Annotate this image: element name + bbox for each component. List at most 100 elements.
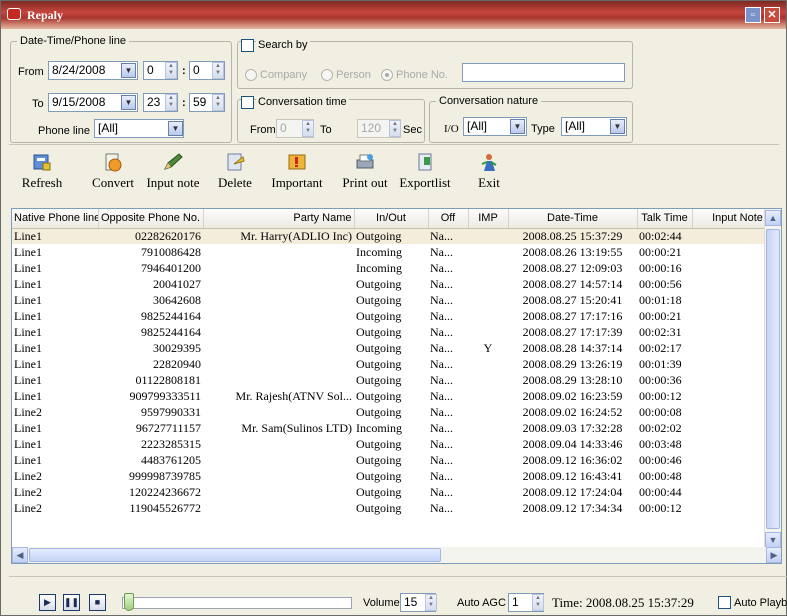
stop-icon[interactable]: ■	[89, 594, 106, 611]
table-cell: 01122808181	[135, 372, 201, 387]
horizontal-scroll-thumb[interactable]	[29, 548, 441, 562]
table-cell	[203, 468, 354, 484]
col-party-name[interactable]: Party Name	[203, 209, 355, 229]
table-row[interactable]: Line1 02282620176 Mr. Harry(ADLIO Inc) Outg…	[12, 228, 781, 244]
conversation-nature-title: Conversation nature	[436, 95, 542, 107]
table-cell: Na...	[430, 308, 453, 323]
table-cell: Na...	[430, 372, 453, 387]
table-row[interactable]: Line2 120224236672 Outgoing Na... 2008.09.12…	[12, 484, 781, 500]
table-row[interactable]: Line1 9825244164 Outgoing Na... 2008.08.27 1…	[12, 308, 781, 324]
table-cell	[468, 228, 508, 244]
table-cell	[468, 404, 508, 420]
spin-icon[interactable]: ▲ ▼	[212, 62, 224, 79]
table-row[interactable]: Line2 999998739785 Outgoing Na... 2008.09.12…	[12, 468, 781, 484]
table-cell	[203, 340, 354, 356]
table-row[interactable]: Line2 9597990331 Outgoing Na... 2008.09.02 1…	[12, 404, 781, 420]
table-cell: Outgoing	[356, 500, 402, 515]
table-row[interactable]: Line1 20041027 Outgoing Na... 2008.08.27 14:…	[12, 276, 781, 292]
col-native-phone-line[interactable]: Native Phone line	[12, 209, 99, 229]
table-cell: Na...	[430, 292, 453, 307]
table-cell	[468, 324, 508, 340]
scroll-left-icon[interactable]: ◀	[12, 547, 28, 563]
title-bar: Repaly ▫ ✕	[1, 1, 786, 29]
chevron-down-icon[interactable]: ▼	[121, 63, 136, 78]
table-cell: Outgoing	[356, 436, 402, 451]
scroll-up-icon[interactable]: ▲	[765, 210, 781, 226]
table-cell: Outgoing	[356, 276, 402, 291]
table-cell	[468, 308, 508, 324]
convert-button[interactable]: Convert	[84, 151, 142, 201]
vertical-scrollbar[interactable]: ▲ ▼	[764, 209, 781, 549]
table-row[interactable]: Line1 7946401200 Incoming Na... 2008.08.27 1…	[12, 260, 781, 276]
spin-icon[interactable]: ▲ ▼	[389, 120, 401, 137]
call-records-table: Native Phone line Opposite Phone No. Par…	[11, 208, 782, 564]
table-row[interactable]: Line1 9825244164 Outgoing Na... 2008.08.27 1…	[12, 324, 781, 340]
table-cell: Na...	[430, 420, 453, 435]
col-off[interactable]: Off	[428, 209, 469, 229]
chevron-down-icon[interactable]: ▼	[121, 95, 136, 110]
table-row[interactable]: Line1 909799333511 Mr. Rajesh(ATNV Sol... O…	[12, 388, 781, 404]
table-row[interactable]: Line1 96727711157 Mr. Sam(Sulinos LTD) Inco…	[12, 420, 781, 436]
table-row[interactable]: Line1 30642608 Outgoing Na... 2008.08.27 15:…	[12, 292, 781, 308]
exit-button[interactable]: Exit	[469, 151, 509, 201]
chevron-down-icon[interactable]: ▼	[510, 119, 525, 134]
table-row[interactable]: Line1 2223285315 Outgoing Na... 2008.09.04 1…	[12, 436, 781, 452]
table-cell: 120224236672	[129, 484, 201, 499]
table-row[interactable]: Line1 30029395 Outgoing Na... Y 2008.08.28 14…	[12, 340, 781, 356]
restore-icon[interactable]: ▫	[745, 7, 761, 23]
spin-icon[interactable]: ▲ ▼	[212, 94, 224, 111]
spin-icon[interactable]: ▲ ▼	[425, 594, 437, 611]
table-cell: Mr. Rajesh(ATNV Sol...	[235, 388, 352, 403]
table-row[interactable]: Line2 119045526772 Outgoing Na... 2008.09.12…	[12, 500, 781, 516]
col-in-out[interactable]: In/Out	[354, 209, 429, 229]
spin-icon[interactable]: ▲ ▼	[532, 594, 544, 611]
table-row[interactable]: Line1 22820940 Outgoing Na... 2008.08.29 13:…	[12, 356, 781, 372]
col-date-time[interactable]: Date-Time	[508, 209, 638, 229]
col-opposite-phone-no[interactable]: Opposite Phone No.	[98, 209, 204, 229]
refresh-button[interactable]: Refresh	[17, 151, 67, 201]
spin-icon[interactable]: ▲ ▼	[165, 62, 177, 79]
close-icon[interactable]: ✕	[764, 7, 780, 23]
volume-value: 15	[404, 595, 418, 609]
chevron-down-icon[interactable]: ▼	[168, 121, 183, 136]
table-cell: 909799333511	[129, 388, 201, 403]
play-icon[interactable]: ▶	[39, 594, 56, 611]
horizontal-scrollbar[interactable]: ◀ ▶	[12, 547, 781, 563]
radio-person[interactable]	[321, 69, 333, 81]
search-by-checkbox[interactable]	[241, 39, 254, 52]
auto-playback-checkbox[interactable]	[718, 596, 731, 609]
col-imp[interactable]: IMP	[468, 209, 509, 229]
input-note-button[interactable]: Input note	[142, 151, 204, 201]
export-icon	[418, 153, 432, 171]
conversation-time-checkbox[interactable]	[241, 96, 254, 109]
table-row[interactable]: Line1 7910086428 Incoming Na... 2008.08.26 1…	[12, 244, 781, 260]
table-cell	[468, 452, 508, 468]
radio-phone-no[interactable]	[381, 69, 393, 81]
table-cell: 2008.09.03 17:32:28	[522, 420, 623, 435]
conversation-time-label: Conversation time	[256, 96, 349, 108]
pause-icon[interactable]: ❚❚	[63, 594, 80, 611]
table-cell	[468, 388, 508, 404]
chevron-down-icon[interactable]: ▼	[610, 119, 625, 134]
conv-to-label: To	[320, 124, 332, 136]
playback-slider-handle[interactable]	[124, 593, 134, 611]
table-cell: Na...	[428, 228, 468, 244]
table-row[interactable]: Line1 4483761205 Outgoing Na... 2008.09.12 1…	[12, 452, 781, 468]
table-cell: Mr. Sam(Sulinos LTD)	[241, 420, 352, 435]
delete-button[interactable]: Delete	[212, 151, 258, 201]
scroll-down-icon[interactable]: ▼	[765, 532, 781, 548]
print-out-button[interactable]: Print out	[335, 151, 395, 201]
col-talk-time[interactable]: Talk Time	[637, 209, 693, 229]
vertical-scroll-thumb[interactable]	[766, 229, 780, 529]
search-input[interactable]	[462, 63, 625, 82]
table-cell: Line1	[12, 228, 98, 244]
spin-icon[interactable]: ▲ ▼	[302, 120, 314, 137]
playback-position-slider[interactable]	[122, 597, 352, 609]
export-list-button[interactable]: Exportlist	[396, 151, 454, 201]
table-cell: Incoming	[356, 244, 402, 259]
table-row[interactable]: Line1 01122808181 Outgoing Na... 2008.08.29 …	[12, 372, 781, 388]
scroll-right-icon[interactable]: ▶	[766, 547, 781, 563]
spin-icon[interactable]: ▲ ▼	[165, 94, 177, 111]
radio-company[interactable]	[245, 69, 257, 81]
important-button[interactable]: Important	[265, 151, 329, 201]
